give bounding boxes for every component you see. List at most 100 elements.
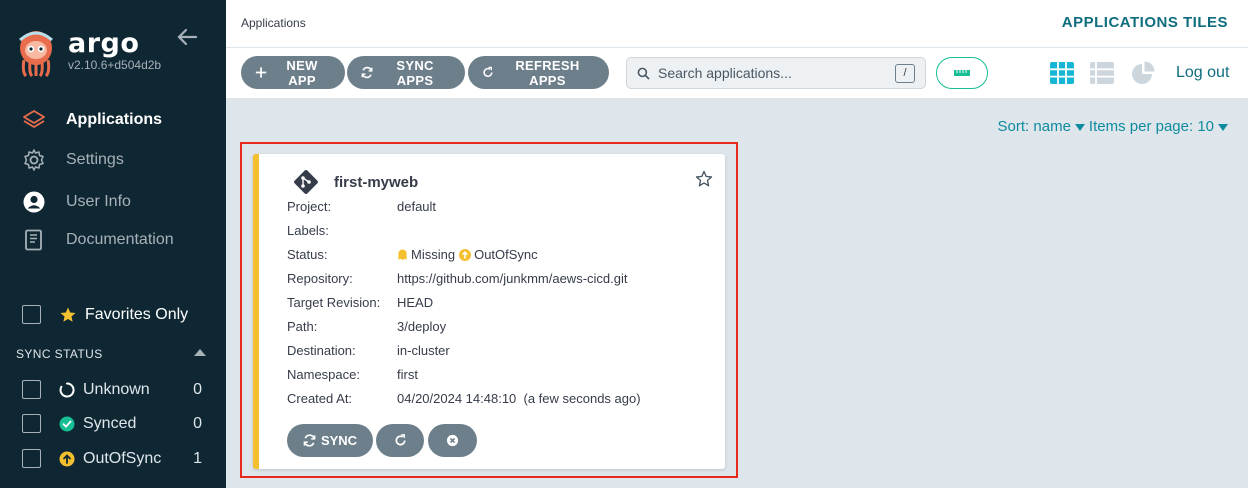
field-value: 3/deploy [397,319,447,334]
sidebar-item-settings[interactable]: Settings [22,146,124,174]
field-key: Path: [287,319,318,334]
version-label: v2.10.6+d504d2b [68,58,162,72]
sync-filter-synced[interactable]: Synced 0 [22,414,202,433]
field-target-revision: Target Revision: HEAD [287,295,433,310]
sync-button-label: SYNC [320,433,358,448]
logout-link[interactable]: Log out [1176,64,1229,82]
sort-controls: Sort: name Items per page: 10 [998,118,1232,135]
field-key: Target Revision: [287,295,381,310]
items-per-page-dropdown[interactable]: Items per page: 10 [1089,118,1214,135]
filter-checkbox[interactable] [22,449,41,468]
filter-label: OutOfSync [83,449,162,467]
tiles-view-icon[interactable] [1050,62,1074,84]
top-bar: Applications APPLICATIONS TILES [226,0,1248,48]
items-caret-icon[interactable] [1218,124,1228,131]
sync-icon [361,66,373,79]
search-input[interactable] [658,65,888,81]
refresh-icon [395,434,406,446]
layers-icon [23,110,45,128]
sidebar-item-label: Settings [66,151,124,168]
sidebar-item-label: User Info [66,193,131,210]
search-icon [637,67,650,80]
sort-caret-icon[interactable] [1074,124,1085,131]
status-value: Missing OutOfSync [397,247,538,262]
sort-dropdown[interactable]: Sort: name [998,118,1071,135]
favorites-checkbox[interactable] [22,305,41,324]
field-status: Status: Missing OutOfSync [287,247,538,262]
app-name[interactable]: first-myweb [334,174,418,191]
filters-toggle-button[interactable] [936,57,988,89]
argo-logo-icon[interactable] [14,26,58,78]
filter-count: 1 [193,449,202,467]
field-value: default [397,199,437,214]
delete-button[interactable] [428,424,477,457]
refresh-apps-button[interactable]: REFRESH APPS [468,56,609,89]
field-key: Status: [287,247,328,262]
sort-label: Sort: name [997,118,1071,135]
sync-apps-label: SYNC APPS [396,57,434,88]
sidebar-item-label: Documentation [66,231,174,248]
sidebar-item-user-info[interactable]: User Info [22,188,131,216]
sync-button[interactable]: SYNC [287,424,373,457]
items-per-page-label: Items per page: 10 [1088,118,1214,135]
field-key: Namespace: [287,367,360,382]
sync-filter-unknown[interactable]: Unknown 0 [22,380,202,399]
field-created-at: Created At: 04/20/2024 14:48:10 (a few s… [287,391,641,406]
search-shortcut-key: / [895,64,915,83]
pie-chart-view-icon[interactable] [1130,61,1156,85]
collapse-caret-icon[interactable] [194,349,206,356]
app-header: first-myweb [293,169,418,195]
collapse-arrow-icon[interactable] [176,26,198,48]
field-labels: Labels: [287,223,397,238]
field-value: https://github.com/junkmm/aews-cicd.git [397,271,628,286]
field-key: Destination: [287,343,356,358]
ghost-icon [398,249,407,260]
favorites-label: Favorites Only [85,305,189,323]
toolbar: NEW APP SYNC APPS REFRESH APPS / Log out [226,48,1248,98]
search-box[interactable]: / [626,57,926,89]
filter-checkbox[interactable] [22,380,41,399]
sync-apps-button[interactable]: SYNC APPS [347,56,465,89]
plus-icon [255,67,267,78]
arrow-circle-up-icon [459,248,472,261]
sidebar-item-applications[interactable]: Applications [22,106,162,134]
list-view-icon[interactable] [1090,62,1114,84]
field-value: in-cluster [397,343,450,358]
git-icon [294,170,318,194]
check-circle-icon [59,416,75,431]
sync-icon [303,434,316,447]
field-key: Labels: [287,223,329,238]
user-icon [23,191,45,213]
book-icon [25,229,42,251]
favorites-filter[interactable]: Favorites Only [22,305,188,324]
health-status: Missing [411,247,456,262]
sidebar: argo v2.10.6+d504d2b Applications Settin… [0,0,226,488]
field-key: Created At: [287,391,353,406]
arrow-circle-up-icon [59,451,75,466]
refresh-icon [483,66,493,78]
refresh-button[interactable] [376,424,424,457]
sync-status-header[interactable]: SYNC STATUS [16,347,208,361]
circle-notch-icon [59,381,75,397]
field-project: Project: default [287,199,436,214]
refresh-apps-label: REFRESH APPS [515,57,580,88]
sync-filter-outofsync[interactable]: OutOfSync 1 [22,449,202,468]
filter-label: Synced [83,414,137,432]
gear-icon [24,149,44,171]
field-key: Repository: [287,271,353,286]
breadcrumb[interactable]: Applications [241,16,306,30]
filter-count: 0 [193,414,202,432]
field-repository: Repository: https://github.com/junkmm/ae… [287,271,627,286]
field-value: 04/20/2024 14:48:10 (a few seconds ago) [397,391,641,406]
filter-checkbox[interactable] [22,414,41,433]
times-circle-icon [446,434,459,447]
field-namespace: Namespace: first [287,367,418,382]
new-app-button[interactable]: NEW APP [241,56,345,89]
sidebar-item-documentation[interactable]: Documentation [22,226,174,254]
brand-name: argo [68,28,140,59]
sidebar-item-label: Applications [66,111,163,128]
new-app-label: NEW APP [286,57,318,88]
favorite-star-icon[interactable] [695,170,713,188]
field-value: HEAD [397,295,434,310]
application-tile[interactable]: first-myweb Project: default Labels: Sta… [253,154,725,469]
